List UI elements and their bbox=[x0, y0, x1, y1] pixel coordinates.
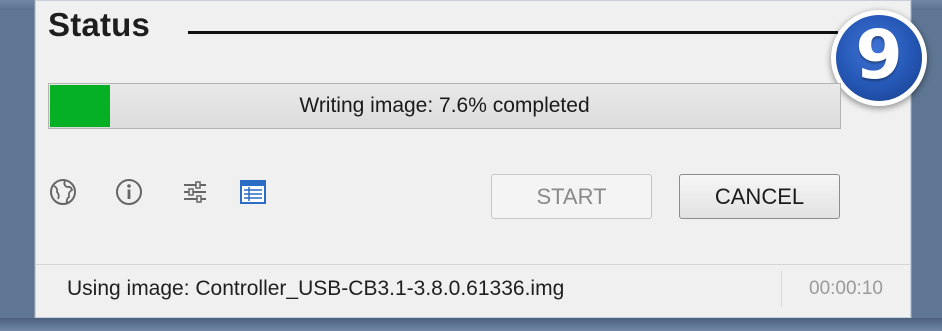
progress-bar: Writing image: 7.6% completed bbox=[48, 83, 841, 129]
settings-sliders-icon[interactable] bbox=[180, 177, 210, 207]
log-icon[interactable] bbox=[238, 177, 268, 207]
start-button[interactable]: START bbox=[491, 174, 652, 219]
status-bar: Using image: Controller_USB-CB3.1-3.8.0.… bbox=[36, 264, 910, 313]
elapsed-time: 00:00:10 bbox=[809, 278, 883, 299]
heading-divider bbox=[188, 31, 838, 34]
step-number: 9 bbox=[855, 16, 903, 95]
info-icon[interactable] bbox=[114, 177, 144, 207]
window-frame-bottom bbox=[0, 318, 942, 331]
status-heading: Status bbox=[48, 6, 151, 43]
progress-label: Writing image: 7.6% completed bbox=[299, 94, 590, 117]
cancel-button[interactable]: CANCEL bbox=[679, 174, 840, 219]
status-bar-divider bbox=[781, 271, 782, 307]
step-number-badge: 9 bbox=[836, 15, 922, 101]
status-bar-text: Using image: Controller_USB-CB3.1-3.8.0.… bbox=[67, 277, 565, 300]
globe-icon[interactable] bbox=[48, 177, 78, 207]
